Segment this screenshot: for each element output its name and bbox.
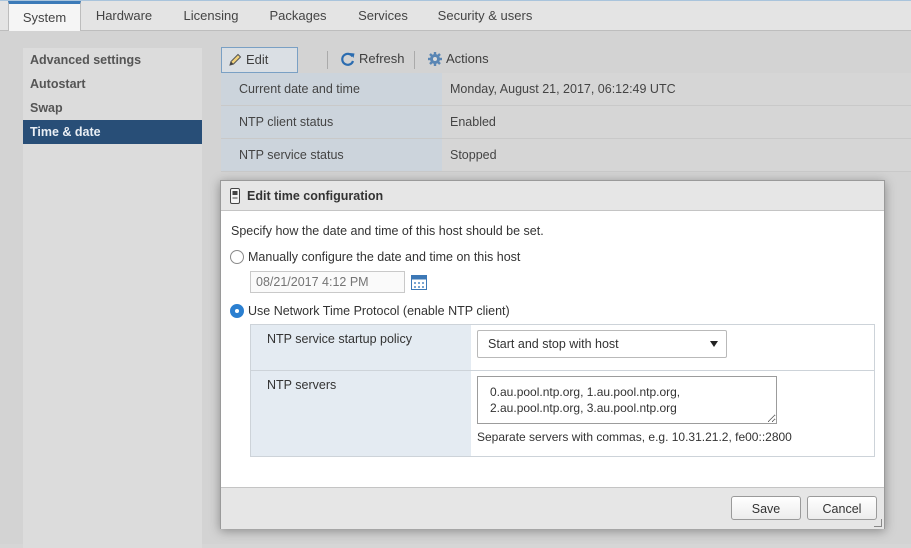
startup-policy-select[interactable]: Start and stop with host bbox=[477, 330, 727, 358]
dialog-title: Edit time configuration bbox=[247, 189, 384, 203]
dropdown-arrow-icon bbox=[710, 341, 718, 347]
row-key: Current date and time bbox=[221, 73, 442, 105]
resize-grip-icon[interactable] bbox=[874, 519, 882, 527]
cancel-button[interactable]: Cancel bbox=[807, 496, 877, 520]
tab-services[interactable]: Services bbox=[350, 1, 416, 31]
tab-licensing[interactable]: Licensing bbox=[172, 1, 250, 31]
refresh-label: Refresh bbox=[359, 51, 405, 66]
tab-packages[interactable]: Packages bbox=[262, 1, 334, 31]
row-value: Stopped bbox=[442, 139, 911, 171]
sidebar-item-autostart[interactable]: Autostart bbox=[23, 72, 202, 96]
ntp-radio[interactable] bbox=[230, 304, 244, 318]
ntp-option-label[interactable]: Use Network Time Protocol (enable NTP cl… bbox=[248, 304, 510, 318]
row-key: NTP client status bbox=[221, 106, 442, 138]
table-row: NTP client status Enabled bbox=[221, 106, 911, 139]
ntp-settings-table: NTP service startup policy Start and sto… bbox=[250, 324, 875, 457]
calendar-icon[interactable] bbox=[411, 274, 427, 290]
sidebar: Advanced settings Autostart Swap Time & … bbox=[23, 48, 202, 548]
manual-config-label[interactable]: Manually configure the date and time on … bbox=[248, 250, 520, 264]
edit-settings-button[interactable]: Edit settings bbox=[221, 47, 298, 91]
main-tabbar: System Hardware Licensing Packages Servi… bbox=[0, 0, 911, 33]
edit-time-dialog: Edit time configuration Specify how the … bbox=[220, 180, 885, 529]
actions-label: Actions bbox=[446, 51, 489, 66]
tab-security-users[interactable]: Security & users bbox=[432, 1, 538, 31]
dialog-header: Edit time configuration bbox=[221, 181, 884, 211]
row-value: Enabled bbox=[442, 106, 911, 138]
startup-policy-label: NTP service startup policy bbox=[267, 332, 412, 346]
refresh-button[interactable]: Refresh bbox=[335, 47, 405, 73]
toolbar-separator bbox=[414, 51, 415, 69]
gear-icon bbox=[428, 52, 442, 66]
dialog-footer: Save Cancel bbox=[221, 487, 884, 529]
table-row: NTP service status Stopped bbox=[221, 139, 911, 172]
row-divider bbox=[251, 370, 874, 371]
manual-config-radio[interactable] bbox=[230, 250, 244, 264]
dialog-intro-text: Specify how the date and time of this ho… bbox=[231, 224, 544, 238]
row-key: NTP service status bbox=[221, 139, 442, 171]
refresh-icon bbox=[341, 52, 355, 66]
ntp-servers-hint: Separate servers with commas, e.g. 10.31… bbox=[477, 430, 792, 444]
sidebar-item-advanced-settings[interactable]: Advanced settings bbox=[23, 48, 202, 72]
tab-system[interactable]: System bbox=[8, 1, 81, 33]
sidebar-item-swap[interactable]: Swap bbox=[23, 96, 202, 120]
time-info-table: Current date and time Monday, August 21,… bbox=[221, 73, 911, 172]
actions-button[interactable]: Actions bbox=[422, 47, 489, 73]
sidebar-item-time-date[interactable]: Time & date bbox=[23, 120, 202, 144]
startup-policy-value: Start and stop with host bbox=[488, 337, 619, 351]
save-button[interactable]: Save bbox=[731, 496, 801, 520]
ntp-servers-textarea[interactable]: 0.au.pool.ntp.org, 1.au.pool.ntp.org, 2.… bbox=[477, 376, 777, 424]
pencil-icon bbox=[229, 53, 242, 66]
ntp-servers-label: NTP servers bbox=[267, 378, 337, 392]
table-row: Current date and time Monday, August 21,… bbox=[221, 73, 911, 106]
row-value: Monday, August 21, 2017, 06:12:49 UTC bbox=[442, 73, 911, 105]
tab-hardware[interactable]: Hardware bbox=[85, 1, 163, 31]
host-icon bbox=[230, 188, 240, 204]
date-time-field[interactable] bbox=[250, 271, 405, 293]
toolbar-separator bbox=[327, 51, 328, 69]
